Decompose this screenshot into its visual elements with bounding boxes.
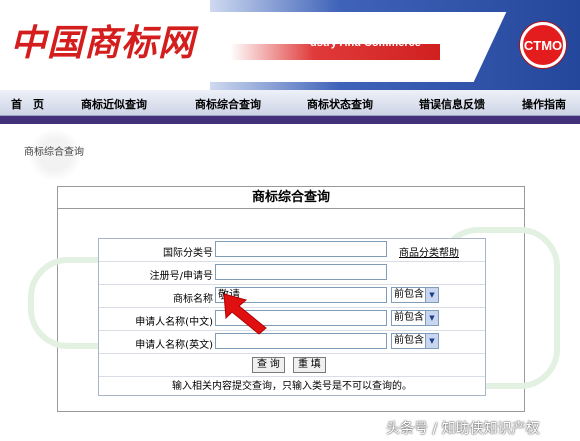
nav-item-status-search[interactable]: 商标状态查询: [307, 96, 373, 112]
red-arrow-icon: [223, 293, 267, 335]
nav-divider: [0, 116, 580, 124]
ctmo-badge-icon: CTMO: [520, 22, 566, 68]
nav-item-similar-search[interactable]: 商标近似查询: [81, 96, 147, 112]
nav-item-guide[interactable]: 操作指南: [522, 96, 566, 112]
tm-name-match-select[interactable]: 前包含 ▼: [391, 287, 439, 303]
tm-name-label: 商标名称: [173, 294, 213, 305]
reg-no-input[interactable]: [215, 264, 387, 280]
class-help-link[interactable]: 商品分类帮助: [399, 244, 459, 259]
main-nav: 首 页 商标近似查询 商标综合查询 商标状态查询 错误信息反馈 操作指南: [0, 90, 580, 116]
form-row-reg-no: 注册号/申请号: [99, 262, 485, 285]
form-row-buttons: 查 询 重 填: [99, 354, 485, 377]
form-row-applicant-en: 申请人名称(英文) 前包含 ▼: [99, 331, 485, 354]
source-watermark: 头条号 / 知助侠知识产权: [386, 421, 540, 437]
nav-item-error-feedback[interactable]: 错误信息反馈: [419, 96, 485, 112]
panel-title: 商标综合查询: [58, 187, 524, 209]
banner-tagline-2: ustry And Commerce: [310, 37, 421, 49]
applicant-en-label: 申请人名称(英文): [135, 340, 213, 351]
intl-class-input[interactable]: [215, 241, 387, 257]
applicant-cn-match-select[interactable]: 前包含 ▼: [391, 310, 439, 326]
header-banner: 中国商标网 Trademark Office State ustry And C…: [0, 0, 580, 90]
reset-button[interactable]: 重 填: [293, 357, 326, 373]
form-hint: 输入相关内容提交查询，只输入类号是不可以查询的。: [172, 381, 412, 392]
tm-name-match-value: 前包含: [394, 289, 424, 300]
nav-item-home[interactable]: 首 页: [11, 96, 44, 112]
breadcrumb: 商标综合查询: [24, 147, 84, 158]
intl-class-label: 国际分类号: [163, 248, 213, 259]
search-form: 国际分类号 商品分类帮助 注册号/申请号 商标名称 敬请 前包含 ▼ 申请人名称…: [98, 238, 486, 396]
nav-item-comprehensive-search[interactable]: 商标综合查询: [195, 96, 261, 112]
applicant-en-match-value: 前包含: [394, 335, 424, 346]
form-row-tm-name: 商标名称 敬请 前包含 ▼: [99, 285, 485, 308]
chevron-down-icon: ▼: [425, 311, 438, 325]
site-logo[interactable]: 中国商标网: [10, 14, 195, 66]
form-row-applicant-cn: 申请人名称(中文) 前包含 ▼: [99, 308, 485, 331]
applicant-cn-label: 申请人名称(中文): [135, 317, 213, 328]
search-button[interactable]: 查 询: [252, 357, 285, 373]
form-row-intl-class: 国际分类号 商品分类帮助: [99, 239, 485, 262]
applicant-en-match-select[interactable]: 前包含 ▼: [391, 333, 439, 349]
applicant-cn-match-value: 前包含: [394, 312, 424, 323]
reg-no-label: 注册号/申请号: [149, 271, 213, 282]
chevron-down-icon: ▼: [425, 334, 438, 348]
banner-tagline-1: Trademark Office State: [338, 22, 458, 34]
chevron-down-icon: ▼: [425, 288, 438, 302]
